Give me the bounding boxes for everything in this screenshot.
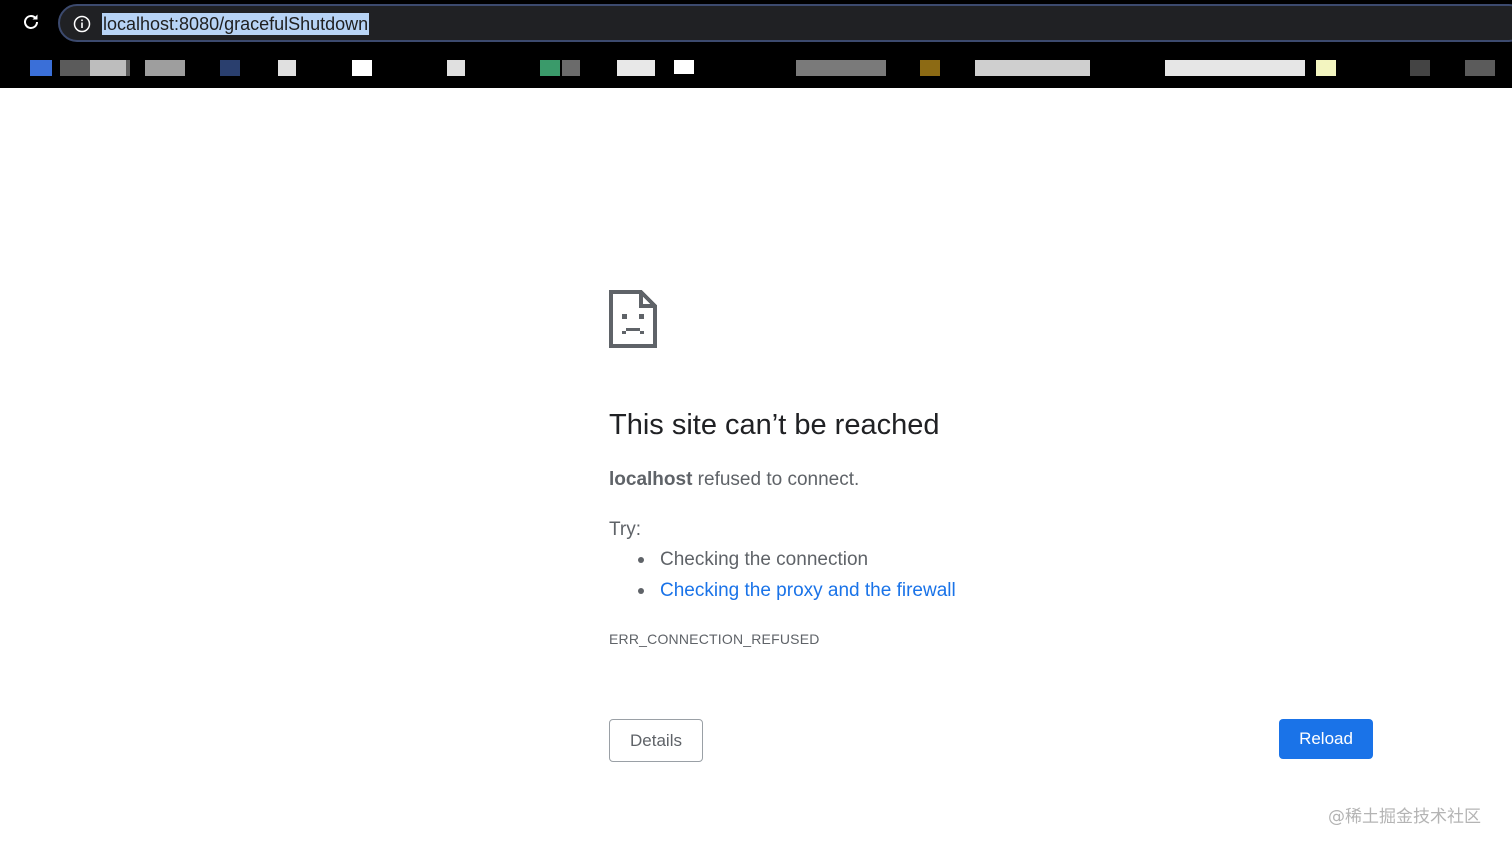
bookmark-item[interactable] [920,60,940,76]
refused-text: refused to connect. [692,469,860,490]
url-text[interactable]: localhost:8080/gracefulShutdown [102,13,370,35]
reload-button[interactable]: Reload [1279,719,1373,759]
bookmark-item[interactable] [220,60,240,76]
bookmark-item[interactable] [447,60,465,76]
bullet-icon [638,588,644,594]
error-heading: This site can’t be reached [609,409,940,441]
sad-page-icon [609,290,657,348]
info-icon[interactable] [72,14,92,34]
details-button[interactable]: Details [609,719,703,762]
error-description: localhost refused to connect. [609,468,859,492]
bookmark-item[interactable] [1316,60,1336,76]
proxy-firewall-link[interactable]: Checking the proxy and the firewall [660,580,956,601]
bullet-icon [638,557,644,563]
bookmark-item[interactable] [674,60,694,74]
bookmark-item[interactable] [796,60,886,76]
watermark: @稀土掘金技术社区 [1328,807,1481,827]
suggestion-item: Checking the connection [609,548,956,579]
bookmark-item[interactable] [30,60,52,76]
address-bar[interactable]: localhost:8080/gracefulShutdown [58,4,1512,42]
bookmark-item[interactable] [278,60,296,76]
bookmark-item[interactable] [145,60,185,76]
bookmark-item[interactable] [352,60,372,76]
bookmark-item[interactable] [90,60,126,76]
bookmark-item[interactable] [1465,60,1495,76]
bookmark-item[interactable] [975,60,1090,76]
reload-icon[interactable] [18,9,44,35]
error-code: ERR_CONNECTION_REFUSED [609,631,820,647]
suggestions-list: Checking the connection Checking the pro… [609,548,956,610]
try-label: Try: [609,519,642,540]
bookmark-item[interactable] [540,60,560,76]
bookmark-item[interactable] [617,60,655,76]
bookmark-item[interactable] [1165,60,1305,76]
error-host: localhost [609,469,693,490]
suggestion-item: Checking the proxy and the firewall [609,579,956,610]
bookmark-item[interactable] [562,60,580,76]
bookmark-item[interactable] [1410,60,1430,76]
suggestion-check-connection: Checking the connection [660,549,869,570]
browser-toolbar: localhost:8080/gracefulShutdown [0,0,1512,46]
bookmarks-bar [0,46,1512,88]
